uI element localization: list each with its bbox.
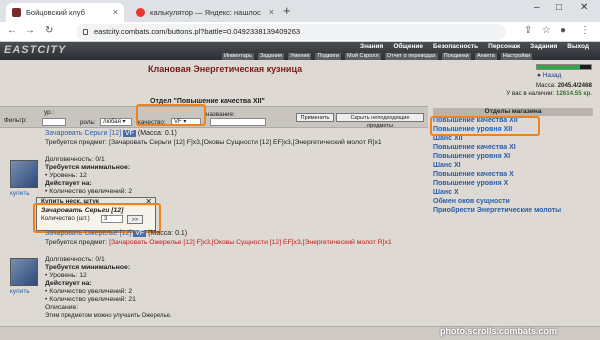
- menu-exit[interactable]: Выход: [567, 43, 589, 50]
- page-title: Клановая Энергетическая кузница: [148, 64, 303, 74]
- close-tab-icon[interactable]: ×: [269, 3, 274, 22]
- level-label: ур.:: [44, 109, 55, 116]
- new-tab-button[interactable]: +: [283, 3, 291, 18]
- role-label: роль:: [80, 119, 96, 126]
- submenu-profile[interactable]: Анкета: [474, 53, 497, 60]
- url-field[interactable]: eastcity.combats.com/buttons.pl?battle=0…: [76, 24, 506, 40]
- name-input[interactable]: [210, 118, 266, 126]
- item-count-max: • Количество увеличений: 21: [45, 296, 136, 303]
- tab-favicon-icon: [12, 8, 21, 17]
- eastcity-logo: EASTCITY: [4, 44, 67, 56]
- buy-link[interactable]: купить: [10, 190, 30, 197]
- tab-calculator[interactable]: калькулятор — Яндекс: нашлос ×: [130, 3, 280, 22]
- item-level: • Уровень: 12: [45, 172, 87, 179]
- close-window-icon[interactable]: ✕: [580, 2, 588, 13]
- apply-button[interactable]: Применить: [296, 113, 334, 122]
- tab-fightclub[interactable]: Бойцовский клуб ×: [6, 3, 124, 22]
- item-minreq: Требуется минимальное:: [45, 164, 131, 171]
- filter-label: Фильтр:: [4, 117, 27, 124]
- tab-label: Бойцовский клуб: [26, 8, 85, 17]
- star-icon[interactable]: ☆: [542, 25, 551, 36]
- submenu-settings[interactable]: Настройки: [500, 53, 533, 60]
- item-name-link[interactable]: Зачаровать Серьги [12] VF (Масса: 0.1): [45, 130, 177, 137]
- top-menu: Знания Общение Безопасность Персонаж Зад…: [360, 43, 589, 50]
- item-acts: Действует на:: [45, 180, 92, 187]
- section-exchange-shackles[interactable]: Обмен оков сущности: [433, 197, 593, 206]
- filter-bar: Фильтр: ур.: роль: любая ▾ качество: VF …: [0, 106, 428, 129]
- item-requires: Требуется предмет: [Зачаровать Серьги [1…: [45, 139, 382, 146]
- profile-avatar-icon[interactable]: ●: [560, 25, 566, 36]
- quality-badge: VF: [133, 230, 147, 237]
- back-link[interactable]: ● Назад: [537, 72, 561, 79]
- name-label: название:: [206, 111, 235, 118]
- minimize-icon[interactable]: –: [534, 2, 540, 13]
- role-select[interactable]: любая ▾: [100, 118, 132, 126]
- buy-link[interactable]: купить: [10, 288, 30, 295]
- menu-character[interactable]: Персонаж: [488, 43, 520, 50]
- browser-tabbar: Бойцовский клуб × калькулятор — Яндекс: …: [0, 0, 600, 22]
- lock-icon: [83, 29, 88, 35]
- game-header: EASTCITY Знания Общение Безопасность Пер…: [0, 42, 600, 60]
- necklace-scroll-image: [10, 258, 38, 286]
- yandex-favicon-icon: [136, 8, 145, 17]
- forward-arrow-icon[interactable]: →: [25, 25, 35, 36]
- submenu-skills[interactable]: Умения: [287, 53, 312, 60]
- earrings-scroll-image: [10, 160, 38, 188]
- submenu-fights[interactable]: Поединки: [441, 53, 471, 60]
- menu-chat[interactable]: Общение: [393, 43, 423, 50]
- back-arrow-icon[interactable]: ←: [7, 25, 17, 36]
- item-minreq: Требуется минимальное:: [45, 264, 131, 271]
- section-chance-x[interactable]: Шанс X: [433, 188, 593, 197]
- section-buy-hammers[interactable]: Приобрести Энергетические молоты: [433, 206, 593, 215]
- quality-badge: VF: [123, 130, 136, 137]
- watermark: photo.scrolls.combats.com: [440, 326, 558, 336]
- menu-dots-icon[interactable]: ⋮: [580, 25, 590, 36]
- tab-label: калькулятор — Яндекс: нашлос: [150, 8, 261, 17]
- sub-menu: Инвентарь Задания Умения Подвиги Мой Скр…: [222, 53, 600, 60]
- list-item: Зачаровать Серьги [12] VF (Масса: 0.1) Т…: [0, 128, 428, 208]
- sections-header: Отделы магазина: [433, 108, 593, 116]
- submenu-inventory[interactable]: Инвентарь: [222, 53, 254, 60]
- item-durability: Долговечность: 0/1: [45, 256, 105, 263]
- item-requires: Требуется предмет: [Зачаровать Ожерелье …: [45, 239, 392, 246]
- item-durability: Долговечность: 0/1: [45, 156, 105, 163]
- section-quality-x[interactable]: Повышение качества X: [433, 170, 593, 179]
- section-quality-xi[interactable]: Повышение качества XI: [433, 143, 593, 152]
- level-input[interactable]: [42, 118, 66, 126]
- address-bar-row: ← → ↻ eastcity.combats.com/buttons.pl?ba…: [0, 22, 600, 42]
- item-name-link[interactable]: Зачаровать Ожерелье [12] VF (Масса: 0.1): [45, 230, 187, 237]
- menu-security[interactable]: Безопасность: [433, 43, 478, 50]
- hide-unsuitable-button[interactable]: Скрыть неподходящие предметы: [336, 113, 424, 129]
- close-tab-icon[interactable]: ×: [113, 3, 118, 22]
- submenu-scroll[interactable]: Мой Скролл: [345, 53, 381, 60]
- item-level: • Уровень: 12: [45, 272, 87, 279]
- submenu-quests[interactable]: Задания: [257, 53, 284, 60]
- hp-bar: [536, 64, 592, 70]
- menu-quests[interactable]: Задания: [530, 43, 557, 50]
- quality-highlight: [136, 104, 206, 126]
- forge-page: Клановая Энергетическая кузница ● Назад …: [0, 60, 600, 340]
- money-info: Масса: 2045.4/2468 У вас в наличии: 1261…: [506, 82, 592, 97]
- section-level-x[interactable]: Повышение уровня X: [433, 179, 593, 188]
- url-text: eastcity.combats.com/buttons.pl?battle=0…: [94, 27, 301, 36]
- section-highlight: [430, 116, 540, 136]
- share-icon[interactable]: ⇪: [524, 25, 532, 36]
- list-item: Зачаровать Ожерелье [12] VF (Масса: 0.1)…: [0, 228, 428, 328]
- item-desc-text: Этим предметом можно улучшить Ожерелье.: [45, 313, 172, 319]
- submenu-transfers[interactable]: Отчет о переводах: [384, 53, 438, 60]
- section-chance-xi[interactable]: Шанс XI: [433, 161, 593, 170]
- item-count: • Количество увеличений: 2: [45, 188, 133, 195]
- item-count: • Количество увеличений: 2: [45, 288, 133, 295]
- reload-icon[interactable]: ↻: [45, 25, 53, 36]
- menu-knowledge[interactable]: Знания: [360, 43, 383, 50]
- item-acts: Действует на:: [45, 280, 92, 287]
- maximize-icon[interactable]: □: [556, 2, 562, 13]
- item-desc-label: Описание:: [45, 304, 79, 311]
- section-level-xi[interactable]: Повышение уровня XI: [433, 152, 593, 161]
- submenu-feats[interactable]: Подвиги: [315, 53, 342, 60]
